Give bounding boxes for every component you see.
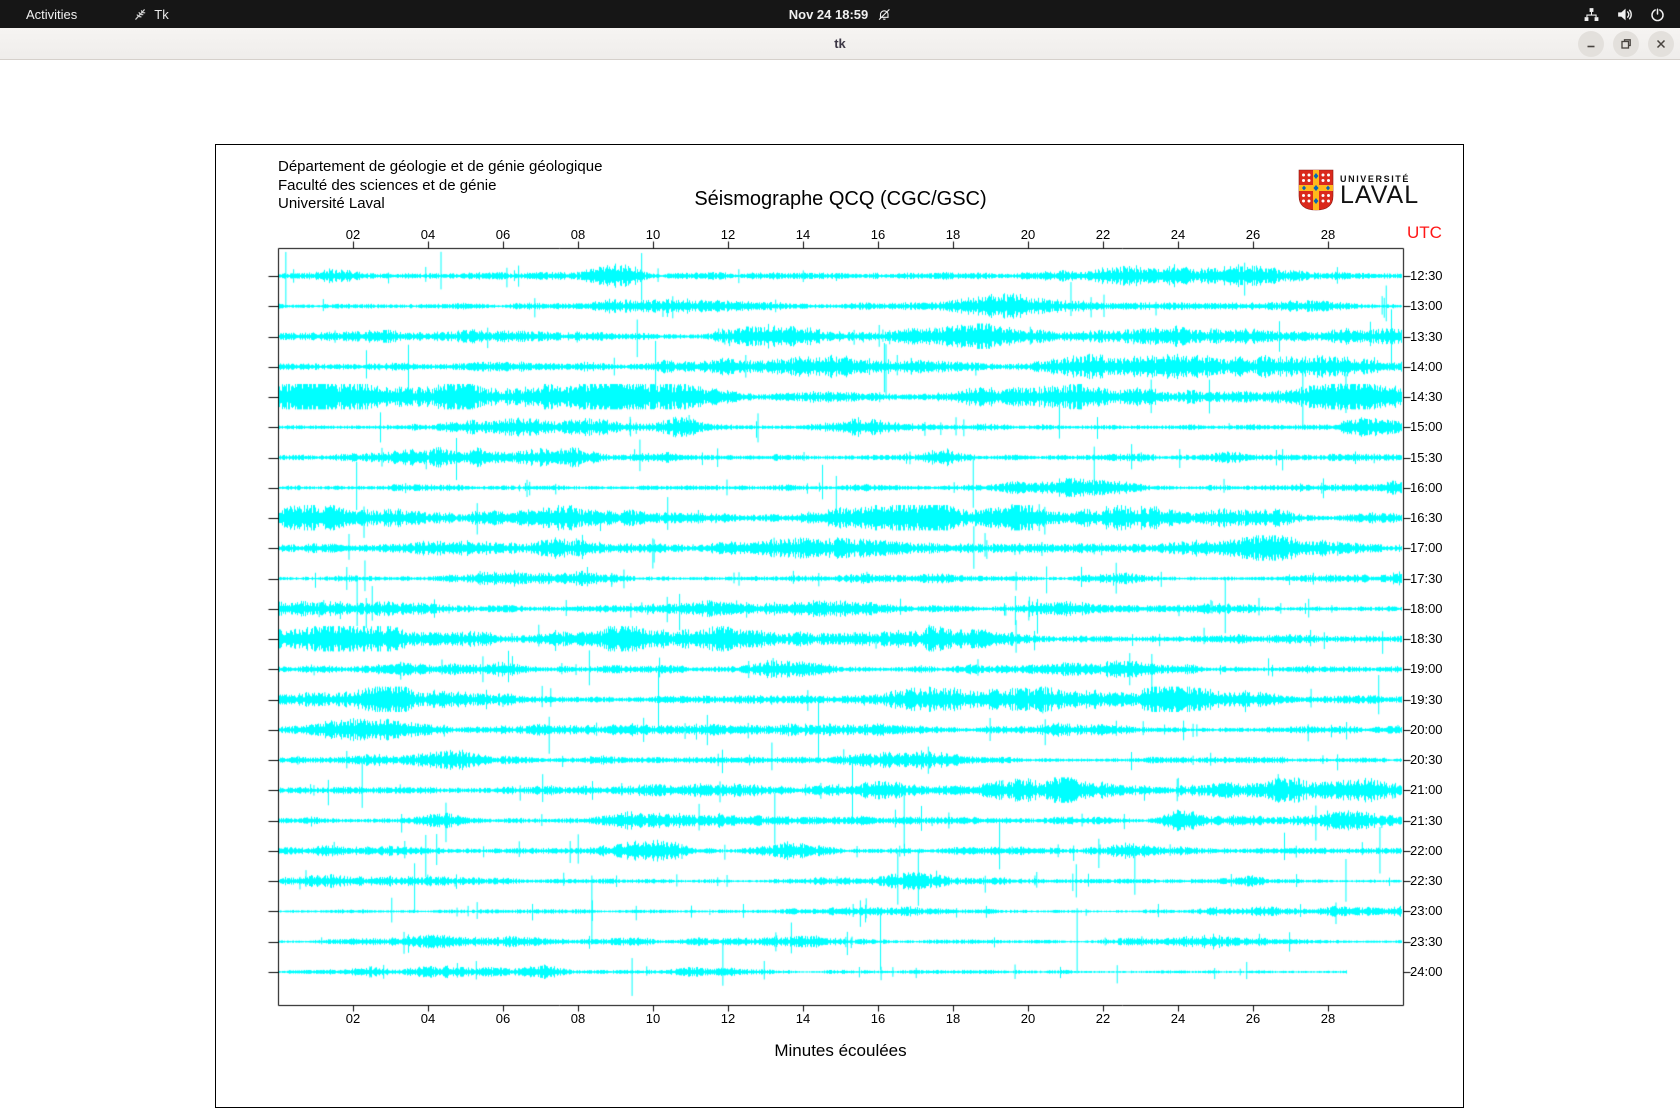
focused-app-indicator[interactable]: Tk: [133, 7, 168, 22]
x-tick-label-bottom: 18: [933, 1011, 973, 1026]
x-tick-label-bottom: 12: [708, 1011, 748, 1026]
utc-time-label: 19:00: [1410, 661, 1443, 676]
x-tick-label-top: 20: [1008, 227, 1048, 242]
x-tick-label-top: 14: [783, 227, 823, 242]
notifications-muted-icon: [876, 7, 891, 22]
x-axis-label: Minutes écoulées: [216, 1041, 1465, 1061]
utc-time-label: 15:30: [1410, 450, 1443, 465]
x-tick-label-bottom: 10: [633, 1011, 673, 1026]
x-tick-label-top: 12: [708, 227, 748, 242]
utc-time-label: 14:30: [1410, 389, 1443, 404]
x-tick-label-top: 26: [1233, 227, 1273, 242]
minimize-button[interactable]: [1578, 31, 1604, 57]
x-tick-label-bottom: 08: [558, 1011, 598, 1026]
utc-time-label: 19:30: [1410, 692, 1443, 707]
volume-icon: [1616, 6, 1633, 23]
window-title: tk: [834, 36, 846, 51]
utc-time-label: 13:00: [1410, 298, 1443, 313]
power-icon: [1649, 6, 1666, 23]
clock-label: Nov 24 18:59: [789, 7, 869, 22]
utc-time-label: 16:00: [1410, 480, 1443, 495]
tk-window-body: Département de géologie et de génie géol…: [0, 60, 1680, 1050]
x-tick-label-top: 24: [1158, 227, 1198, 242]
x-tick-label-bottom: 28: [1308, 1011, 1348, 1026]
utc-time-label: 22:00: [1410, 843, 1443, 858]
utc-time-label: 22:30: [1410, 873, 1443, 888]
utc-time-label: 14:00: [1410, 359, 1443, 374]
utc-time-label: 16:30: [1410, 510, 1443, 525]
network-wired-icon: [1583, 6, 1600, 23]
x-tick-label-top: 10: [633, 227, 673, 242]
maximize-button[interactable]: [1613, 31, 1639, 57]
utc-axis-label: UTC: [1407, 223, 1442, 243]
utc-time-label: 20:30: [1410, 752, 1443, 767]
x-tick-label-bottom: 06: [483, 1011, 523, 1026]
utc-time-label: 21:00: [1410, 782, 1443, 797]
x-tick-label-top: 06: [483, 227, 523, 242]
x-tick-label-top: 04: [408, 227, 448, 242]
x-tick-label-top: 02: [333, 227, 373, 242]
utc-time-label: 17:30: [1410, 571, 1443, 586]
utc-time-label: 15:00: [1410, 419, 1443, 434]
x-tick-label-top: 18: [933, 227, 973, 242]
utc-time-label: 24:00: [1410, 964, 1443, 979]
window-titlebar[interactable]: tk: [0, 28, 1680, 60]
x-tick-label-top: 16: [858, 227, 898, 242]
activities-button[interactable]: Activities: [16, 5, 87, 24]
utc-time-label: 18:00: [1410, 601, 1443, 616]
seismograph-canvas: [216, 145, 1465, 1109]
seismograph-frame: Département de géologie et de génie géol…: [215, 144, 1464, 1108]
utc-time-label: 23:00: [1410, 903, 1443, 918]
utc-time-label: 21:30: [1410, 813, 1443, 828]
x-tick-label-bottom: 04: [408, 1011, 448, 1026]
x-tick-label-top: 08: [558, 227, 598, 242]
tk-feather-icon: [133, 7, 148, 22]
utc-time-label: 17:00: [1410, 540, 1443, 555]
x-tick-label-bottom: 22: [1083, 1011, 1123, 1026]
gnome-top-bar: Activities Tk Nov 24 18:59: [0, 0, 1680, 28]
utc-time-label: 20:00: [1410, 722, 1443, 737]
utc-time-label: 23:30: [1410, 934, 1443, 949]
x-tick-label-top: 28: [1308, 227, 1348, 242]
system-tray[interactable]: [1583, 6, 1666, 23]
x-tick-label-bottom: 14: [783, 1011, 823, 1026]
x-tick-label-bottom: 26: [1233, 1011, 1273, 1026]
clock-menu[interactable]: Nov 24 18:59: [789, 7, 892, 22]
focused-app-label: Tk: [154, 7, 168, 22]
x-tick-label-top: 22: [1083, 227, 1123, 242]
utc-time-label: 13:30: [1410, 329, 1443, 344]
utc-time-label: 12:30: [1410, 268, 1443, 283]
x-tick-label-bottom: 16: [858, 1011, 898, 1026]
close-button[interactable]: [1648, 31, 1674, 57]
x-tick-label-bottom: 02: [333, 1011, 373, 1026]
utc-time-label: 18:30: [1410, 631, 1443, 646]
x-tick-label-bottom: 20: [1008, 1011, 1048, 1026]
x-tick-label-bottom: 24: [1158, 1011, 1198, 1026]
